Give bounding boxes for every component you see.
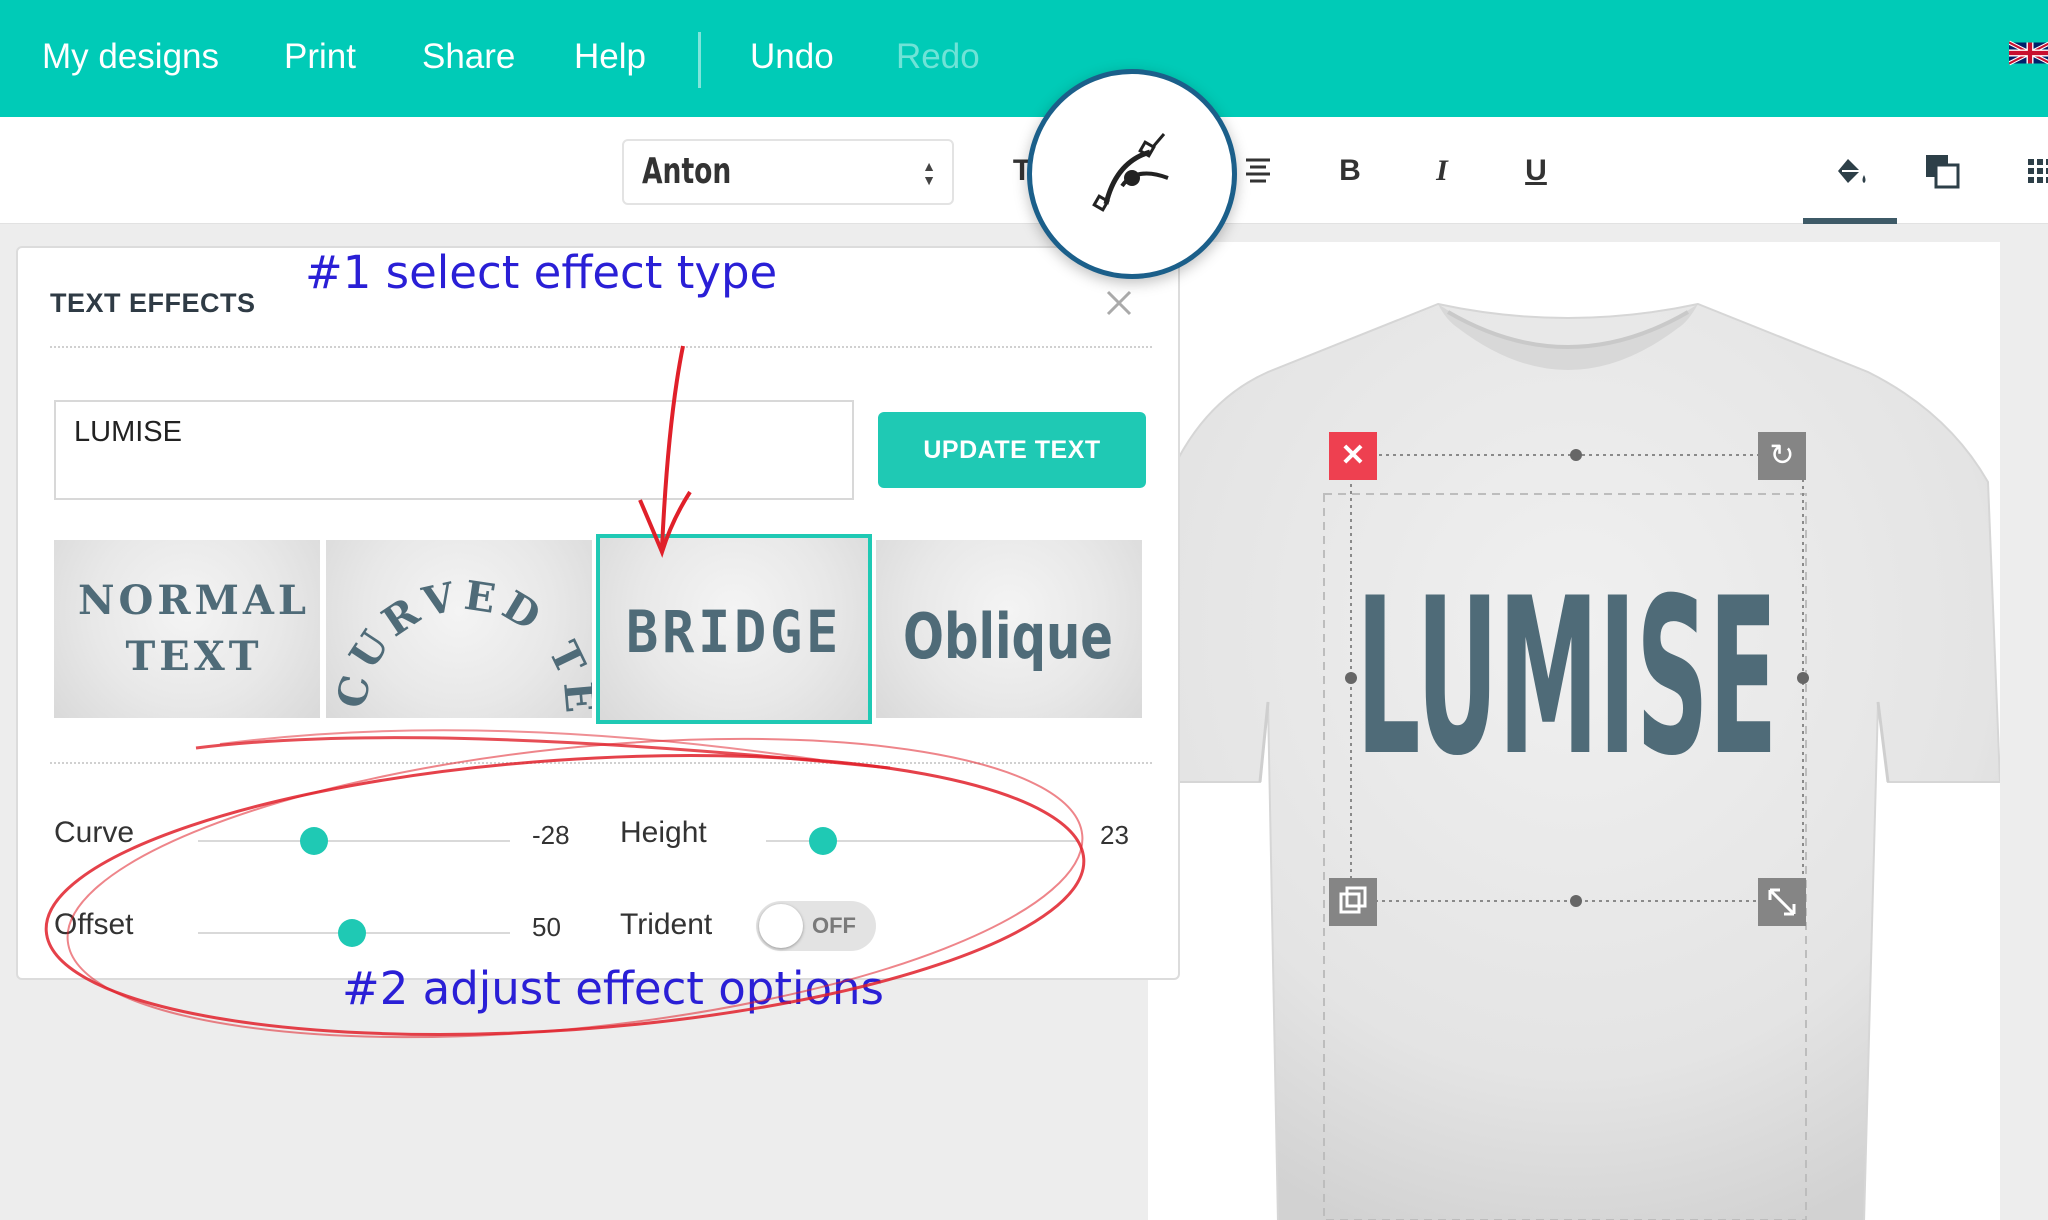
grid-icon[interactable]	[2008, 139, 2048, 203]
paint-bucket-icon[interactable]	[1818, 139, 1882, 203]
duplicate-icon[interactable]	[1329, 878, 1377, 926]
height-label: Height	[620, 816, 707, 849]
update-text-button[interactable]: UPDATE TEXT	[878, 412, 1146, 488]
nav-help[interactable]: Help	[574, 0, 646, 117]
text-effects-panel: TEXT EFFECTS LUMISE UPDATE TEXT NORMAL T…	[16, 246, 1180, 980]
effect-bridge[interactable]: BRIDGE	[596, 534, 872, 724]
panel-title: TEXT EFFECTS	[50, 288, 256, 318]
font-family-select[interactable]: Anton ▲ ▼	[622, 139, 954, 205]
design-canvas[interactable]: LUMISE ✕ ↻	[1146, 242, 2002, 1220]
font-family-value: Anton	[642, 151, 732, 192]
tshirt-mockup: LUMISE	[1146, 302, 2002, 1220]
nav-redo[interactable]: Redo	[896, 0, 980, 117]
nav-undo[interactable]: Undo	[750, 0, 834, 117]
svg-text:Oblique: Oblique	[903, 600, 1113, 673]
select-arrows-icon: ▲ ▼	[922, 158, 936, 188]
effect-oblique[interactable]: Oblique	[876, 540, 1142, 718]
toggle-knob	[759, 904, 803, 948]
bold-button[interactable]: B	[1318, 139, 1382, 203]
layers-icon[interactable]	[1910, 139, 1974, 203]
offset-label: Offset	[54, 908, 134, 941]
svg-text:CURVED TEXT: CURVED TEXT	[326, 540, 592, 718]
svg-text:BRIDGE: BRIDGE	[626, 598, 842, 666]
curve-label: Curve	[54, 816, 135, 849]
height-value: 23	[1100, 820, 1129, 850]
annotation-step2: #2 adjust effect options	[342, 962, 884, 1015]
offset-value: 50	[532, 912, 561, 942]
height-slider-thumb[interactable]	[809, 827, 837, 855]
offset-slider-thumb[interactable]	[338, 919, 366, 947]
text-effect-tool-button[interactable]	[1027, 69, 1237, 279]
delete-handle[interactable]: ✕	[1329, 432, 1377, 480]
rotate-icon[interactable]: ↻	[1758, 432, 1806, 480]
effect-text-input[interactable]: LUMISE	[54, 400, 854, 500]
svg-text:TEXT: TEXT	[125, 633, 262, 680]
curve-slider[interactable]	[198, 840, 510, 842]
toggle-state: OFF	[812, 913, 856, 938]
trident-label: Trident	[620, 908, 713, 941]
divider	[50, 762, 1152, 764]
top-navigation-bar: My designs Print Share Help Undo Redo	[0, 0, 2048, 117]
effect-normal-text[interactable]: NORMAL TEXT	[54, 540, 320, 718]
underline-button[interactable]: U	[1504, 139, 1568, 203]
curve-value: -28	[532, 820, 570, 850]
svg-text:NORMAL: NORMAL	[78, 577, 310, 624]
nav-my-designs[interactable]: My designs	[42, 0, 219, 117]
active-tool-indicator	[1803, 218, 1897, 224]
nav-share[interactable]: Share	[422, 0, 515, 117]
editor-toolbar: Anton ▲ ▼ T B I U	[0, 117, 2048, 224]
close-icon[interactable]	[1104, 288, 1134, 318]
italic-button[interactable]: I	[1410, 139, 1474, 203]
curve-path-icon	[1092, 133, 1169, 212]
nav-print[interactable]: Print	[284, 0, 356, 117]
nav-divider	[698, 32, 701, 88]
divider	[50, 346, 1152, 348]
curve-slider-thumb[interactable]	[300, 827, 328, 855]
effect-curved-text[interactable]: CURVED TEXT	[326, 540, 592, 718]
trident-toggle[interactable]: OFF	[756, 901, 876, 951]
resize-icon[interactable]	[1758, 878, 1806, 926]
annotation-step1: #1 select effect type	[305, 246, 778, 299]
design-text-lumise: LUMISE	[1356, 551, 1777, 803]
uk-flag-icon[interactable]	[2009, 38, 2048, 68]
